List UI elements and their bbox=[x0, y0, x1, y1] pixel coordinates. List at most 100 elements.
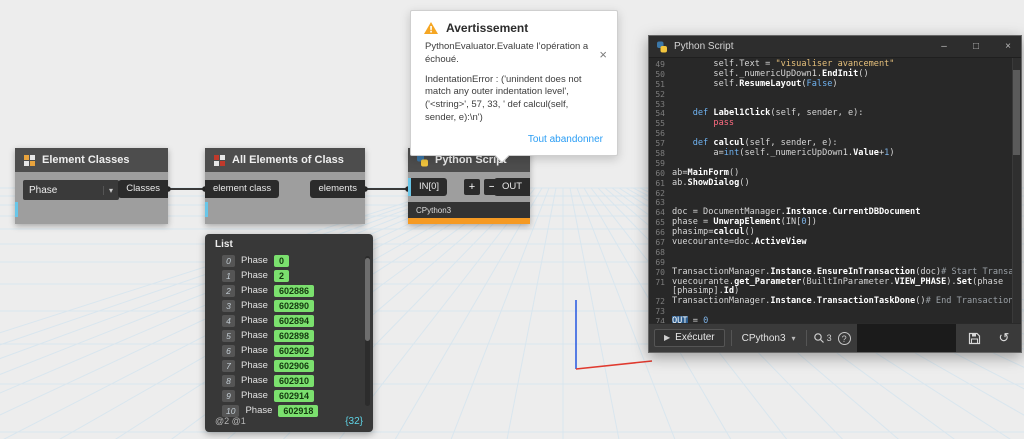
element-type-label: Phase bbox=[241, 330, 268, 341]
line-number: 66 bbox=[655, 228, 665, 238]
element-classes-icon bbox=[24, 154, 35, 166]
node-python-script[interactable]: Python Script IN[0] + − OUT CPython3 bbox=[408, 148, 530, 224]
element-id-badge[interactable]: 602886 bbox=[273, 284, 314, 297]
editor-scrollbar[interactable] bbox=[1012, 58, 1021, 323]
element-id-badge[interactable]: 0 bbox=[273, 254, 289, 267]
element-type-label: Phase bbox=[241, 390, 268, 401]
code-line[interactable]: 61 ab.ShowDialog() bbox=[649, 177, 1021, 189]
output-port-classes[interactable]: Classes bbox=[118, 180, 168, 198]
list-item: 4 Phase 602894 bbox=[222, 313, 373, 328]
code-line[interactable]: 58 a=int(self._numericUpDown1.Value+1) bbox=[649, 148, 1021, 159]
element-id-badge[interactable]: 602910 bbox=[273, 374, 314, 387]
list-scrollbar-thumb[interactable] bbox=[365, 258, 370, 341]
element-type-label: Phase bbox=[241, 375, 268, 386]
code-line[interactable]: 55 pass bbox=[649, 118, 1021, 129]
list-item: 7 Phase 602906 bbox=[222, 358, 373, 373]
engine-dropdown[interactable]: CPython3 ▾ bbox=[738, 333, 800, 344]
editor-titlebar[interactable]: Python Script – □ × bbox=[649, 36, 1021, 58]
list-item: 6 Phase 602902 bbox=[222, 343, 373, 358]
line-number: 61 bbox=[655, 178, 665, 188]
line-number: 63 bbox=[655, 198, 665, 208]
element-id-badge[interactable]: 602914 bbox=[273, 389, 314, 402]
code-line[interactable]: 72 TransactionManager.Instance.Transactio… bbox=[649, 296, 1021, 307]
node-all-elements-header[interactable]: All Elements of Class bbox=[205, 148, 365, 172]
line-number: 51 bbox=[655, 79, 665, 89]
zoom-control[interactable]: 3 bbox=[813, 332, 832, 344]
run-button[interactable]: ▶ Exécuter bbox=[654, 329, 725, 347]
revert-button[interactable]: ↺ bbox=[992, 327, 1016, 349]
element-id-badge[interactable]: 2 bbox=[273, 269, 289, 282]
svg-text:!: ! bbox=[429, 26, 433, 36]
code-editor-area[interactable]: 49 self.Text = "visualiser avancement" 50… bbox=[649, 58, 1021, 323]
input-port-element-class[interactable]: element class bbox=[205, 180, 280, 198]
add-input-button[interactable]: + bbox=[464, 179, 480, 195]
code-line[interactable]: 74 OUT = 0 bbox=[649, 316, 1021, 323]
node-all-elements-of-class[interactable]: All Elements of Class element class elem… bbox=[205, 148, 365, 224]
close-icon[interactable]: × bbox=[599, 47, 607, 62]
node-element-classes[interactable]: Element Classes Phase ▾ Classes bbox=[15, 148, 168, 224]
line-number: 52 bbox=[655, 89, 665, 99]
code-text: self.ResumeLayout(False) bbox=[672, 78, 838, 89]
list-preview-bubble[interactable]: List 0 Phase 0 1 Phase 2 2 Phase 602886 3 Phase 602… bbox=[205, 234, 373, 432]
close-button[interactable]: × bbox=[995, 36, 1021, 58]
line-number: 56 bbox=[655, 129, 665, 139]
output-port-elements[interactable]: elements bbox=[310, 180, 365, 198]
play-icon: ▶ bbox=[664, 333, 671, 342]
line-number: 69 bbox=[655, 257, 665, 267]
element-id-badge[interactable]: 602894 bbox=[273, 314, 314, 327]
line-number: 60 bbox=[655, 168, 665, 178]
list-index-badge: 4 bbox=[222, 314, 235, 327]
output-port-out[interactable]: OUT bbox=[493, 178, 530, 196]
node-element-classes-header[interactable]: Element Classes bbox=[15, 148, 168, 172]
element-id-badge[interactable]: 602898 bbox=[273, 329, 314, 342]
element-id-badge[interactable]: 602902 bbox=[273, 344, 314, 357]
help-button[interactable]: ? bbox=[837, 331, 851, 345]
magnifier-icon bbox=[813, 333, 824, 343]
python-editor-window[interactable]: Python Script – □ × 49 self.Text = "visu… bbox=[648, 35, 1022, 353]
line-number: 57 bbox=[655, 139, 665, 149]
list-index-badge: 3 bbox=[222, 299, 235, 312]
dismiss-all-link[interactable]: Tout abandonner bbox=[411, 125, 617, 155]
line-number: 55 bbox=[655, 119, 665, 129]
element-type-label: Phase bbox=[241, 300, 268, 311]
line-number: 74 bbox=[655, 317, 665, 323]
code-text: vuecourante=doc.ActiveView bbox=[672, 237, 807, 248]
phase-dropdown-value: Phase bbox=[29, 184, 58, 196]
dynamo-canvas[interactable]: Element Classes Phase ▾ Classes All Elem… bbox=[0, 0, 1024, 439]
list-index-badge: 8 bbox=[222, 374, 235, 387]
python-engine-strip: CPython3 bbox=[408, 202, 530, 218]
element-type-label: Phase bbox=[241, 345, 268, 356]
list-index-badge: 1 bbox=[222, 269, 235, 282]
python-icon bbox=[657, 41, 667, 52]
list-item: 3 Phase 602890 bbox=[222, 298, 373, 313]
element-id-badge[interactable]: 602906 bbox=[273, 359, 314, 372]
list-count-badge: {32} bbox=[345, 416, 363, 427]
list-item: 0 Phase 0 bbox=[222, 253, 373, 268]
engine-dropdown-value: CPython3 bbox=[741, 332, 786, 344]
phase-dropdown[interactable]: Phase ▾ bbox=[23, 180, 119, 200]
list-scrollbar[interactable] bbox=[365, 256, 370, 406]
list-index-badge: 6 bbox=[222, 344, 235, 357]
save-button[interactable] bbox=[962, 327, 986, 349]
list-item: 9 Phase 602914 bbox=[222, 388, 373, 403]
node-title: Element Classes bbox=[42, 154, 130, 166]
code-text: ab.ShowDialog() bbox=[672, 177, 750, 188]
code-line[interactable]: 51 self.ResumeLayout(False) bbox=[649, 78, 1021, 90]
code-line[interactable]: 62 bbox=[649, 189, 1021, 199]
line-number: 68 bbox=[655, 247, 665, 257]
editor-scrollbar-thumb[interactable] bbox=[1013, 70, 1020, 155]
code-text: TransactionManager.Instance.TransactionT… bbox=[672, 296, 1014, 307]
code-line[interactable]: 68 bbox=[649, 248, 1021, 258]
toolbar-spacer bbox=[856, 324, 956, 352]
minimize-button[interactable]: – bbox=[931, 36, 957, 58]
line-number: 73 bbox=[655, 307, 665, 317]
list-item: 2 Phase 602886 bbox=[222, 283, 373, 298]
element-type-label: Phase bbox=[241, 285, 268, 296]
code-line[interactable]: 52 bbox=[649, 90, 1021, 100]
element-id-badge[interactable]: 602890 bbox=[273, 299, 314, 312]
input-port-in0[interactable]: IN[0] bbox=[411, 178, 448, 196]
code-line[interactable]: 67 vuecourante=doc.ActiveView bbox=[649, 237, 1021, 248]
code-text: pass bbox=[672, 118, 735, 129]
maximize-button[interactable]: □ bbox=[963, 36, 989, 58]
all-elements-icon bbox=[214, 154, 225, 166]
